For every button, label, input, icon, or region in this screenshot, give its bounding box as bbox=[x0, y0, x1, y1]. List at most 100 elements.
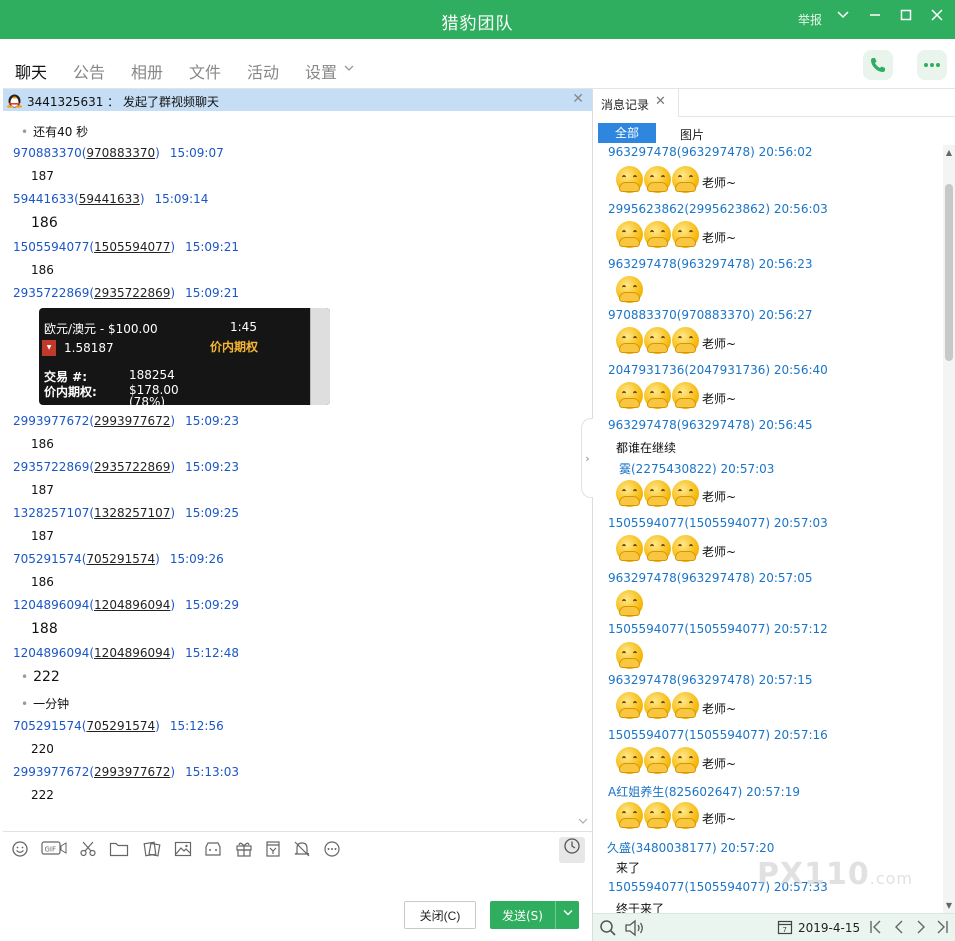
emoji-icon[interactable] bbox=[9, 840, 31, 860]
history-sender-line[interactable]: 2995623862(2995623862) 20:56:03 bbox=[608, 202, 828, 216]
maximize-icon[interactable] bbox=[896, 8, 916, 28]
next-page-icon[interactable] bbox=[915, 919, 927, 939]
history-sender-line[interactable]: 963297478(963297478) 20:57:05 bbox=[608, 571, 813, 585]
folder-icon[interactable] bbox=[108, 840, 130, 860]
calendar-icon[interactable]: 7 bbox=[777, 919, 793, 939]
tab-activity[interactable]: 活动 bbox=[247, 59, 279, 83]
image-icon[interactable] bbox=[172, 840, 194, 860]
voice-msg-icon[interactable] bbox=[262, 840, 284, 860]
history-sender-line[interactable]: 1505594077(1505594077) 20:57:03 bbox=[608, 516, 828, 530]
search-icon[interactable] bbox=[599, 919, 617, 941]
scroll-down-icon[interactable] bbox=[578, 815, 588, 829]
scroll-up-icon[interactable]: ▲ bbox=[943, 148, 955, 157]
sender-name[interactable]: 1505594077 bbox=[13, 240, 89, 254]
speaker-icon[interactable] bbox=[624, 919, 646, 941]
sender-name[interactable]: 705291574 bbox=[13, 719, 82, 733]
sender-name[interactable]: 59441633 bbox=[13, 192, 74, 206]
sender-id-link[interactable]: 970883370 bbox=[86, 146, 155, 160]
sender-name[interactable]: 1328257107 bbox=[13, 506, 89, 520]
history-sender-line[interactable]: 1505594077(1505594077) 20:57:16 bbox=[608, 728, 828, 742]
sender-name[interactable]: 2993977672 bbox=[13, 765, 89, 779]
tab-album[interactable]: 相册 bbox=[131, 59, 163, 83]
trade-screenshot-image[interactable]: 欧元/澳元 - $100.00 1:45 ▼ 1.58187 价内期权 交易 #… bbox=[39, 308, 330, 405]
history-sender-line[interactable]: 970883370(970883370) 20:56:27 bbox=[608, 308, 813, 322]
sender-id-link[interactable]: 705291574 bbox=[86, 552, 155, 566]
shop-icon[interactable] bbox=[202, 840, 224, 860]
message-history-button[interactable] bbox=[559, 837, 585, 863]
tab-announcement[interactable]: 公告 bbox=[73, 59, 105, 83]
sender-name[interactable]: 2935722869 bbox=[13, 460, 89, 474]
sender-id-link[interactable]: 1204896094 bbox=[94, 646, 170, 660]
phone-call-button[interactable] bbox=[863, 50, 893, 80]
minimize-icon[interactable] bbox=[865, 8, 885, 28]
sender-name[interactable]: 970883370 bbox=[13, 146, 82, 160]
history-sender-line[interactable]: 963297478(963297478) 20:56:45 bbox=[608, 418, 813, 432]
scroll-down-icon[interactable]: ▼ bbox=[943, 901, 955, 910]
more-icon[interactable] bbox=[321, 840, 343, 860]
scissors-icon[interactable] bbox=[77, 840, 99, 860]
video-call-notice[interactable]: 3441325631 ： 发起了群视频聊天 ✕ bbox=[3, 89, 592, 111]
sender-id-link[interactable]: 2993977672 bbox=[94, 765, 170, 779]
gift-icon[interactable] bbox=[233, 840, 255, 860]
scrollbar-thumb[interactable] bbox=[945, 184, 953, 361]
history-sender-line[interactable]: 963297478(963297478) 20:56:02 bbox=[608, 145, 813, 159]
fist-salute-emoji-icon bbox=[672, 480, 699, 507]
history-sender-line[interactable]: 2047931736(2047931736) 20:56:40 bbox=[608, 363, 828, 377]
send-label: 发送(S) bbox=[502, 909, 543, 923]
first-page-icon[interactable] bbox=[869, 919, 883, 939]
chat-message-area[interactable]: • 还有40 秒 970883370(970883370) 15:09:07 187 59… bbox=[3, 111, 592, 831]
sender-name[interactable]: 2935722869 bbox=[13, 286, 89, 300]
report-link[interactable]: 举报 bbox=[798, 11, 822, 28]
history-sender-line[interactable]: 963297478(963297478) 20:57:15 bbox=[608, 673, 813, 687]
sticker-icon[interactable] bbox=[141, 840, 163, 860]
history-sender-line[interactable]: 久盛(3480038177) 20:57:20 bbox=[607, 839, 774, 856]
send-button[interactable]: 发送(S) bbox=[490, 901, 579, 929]
chevron-down-icon[interactable] bbox=[833, 8, 853, 28]
sender-name[interactable]: 2993977672 bbox=[13, 414, 89, 428]
sender-name[interactable]: 1204896094 bbox=[13, 598, 89, 612]
fist-salute-emoji-icon bbox=[616, 166, 643, 193]
more-options-button[interactable] bbox=[917, 50, 947, 80]
close-button[interactable]: 关闭(C) bbox=[404, 901, 476, 929]
bell-icon[interactable] bbox=[291, 840, 313, 860]
history-emoji-message: 老师~ bbox=[616, 165, 736, 193]
filter-all-button[interactable]: 全部 bbox=[598, 123, 656, 143]
gif-icon[interactable]: GIF bbox=[40, 840, 68, 860]
sender-id-link[interactable]: 2993977672 bbox=[94, 414, 170, 428]
sender-id-link[interactable]: 2935722869 bbox=[94, 286, 170, 300]
close-icon[interactable]: ✕ bbox=[572, 91, 584, 107]
close-icon[interactable]: ✕ bbox=[655, 94, 666, 109]
sender-id-link[interactable]: 59441633 bbox=[79, 192, 140, 206]
tab-files[interactable]: 文件 bbox=[189, 59, 221, 83]
message-input[interactable]: 关闭(C) 发送(S) bbox=[3, 867, 592, 941]
message-sender-line: 1328257107(1328257107) 15:09:25 bbox=[13, 506, 239, 520]
tab-chat[interactable]: 聊天 bbox=[15, 59, 48, 96]
sender-id-link[interactable]: 2935722869 bbox=[94, 460, 170, 474]
history-sender-line[interactable]: A红姐养生(825602647) 20:57:19 bbox=[608, 783, 800, 800]
sender-id-link[interactable]: 1328257107 bbox=[94, 506, 170, 520]
history-date[interactable]: 2019-4-15 bbox=[798, 921, 860, 935]
chevron-down-icon[interactable] bbox=[343, 62, 355, 77]
sender-name[interactable]: 705291574 bbox=[13, 552, 82, 566]
send-options-icon[interactable] bbox=[555, 901, 579, 929]
history-sender-line[interactable]: 963297478(963297478) 20:56:23 bbox=[608, 257, 813, 271]
sender-id-link[interactable]: 705291574 bbox=[86, 719, 155, 733]
sender-name[interactable]: 1204896094 bbox=[13, 646, 89, 660]
last-page-icon[interactable] bbox=[935, 919, 949, 939]
group-tab-bar: 聊天 公告 相册 文件 活动 设置 bbox=[3, 39, 955, 96]
filter-images-button[interactable]: 图片 bbox=[680, 126, 704, 143]
history-message-list[interactable]: 963297478(963297478) 20:56:02 老师~ 29956238… bbox=[593, 145, 941, 913]
close-icon[interactable] bbox=[927, 8, 947, 28]
sender-id-link[interactable]: 1204896094 bbox=[94, 598, 170, 612]
history-tab[interactable]: 消息记录 ✕ bbox=[593, 89, 679, 117]
image-scrollbar[interactable] bbox=[310, 308, 330, 405]
tab-settings[interactable]: 设置 bbox=[305, 59, 337, 83]
history-scrollbar[interactable]: ▲ ▼ bbox=[943, 145, 955, 913]
collapse-panel-button[interactable]: › bbox=[581, 418, 593, 498]
sender-id-link[interactable]: 1505594077 bbox=[94, 240, 170, 254]
bullet-icon: • bbox=[21, 125, 29, 139]
history-sender-line[interactable]: 霙(2275430822) 20:57:03 bbox=[619, 460, 774, 477]
prev-page-icon[interactable] bbox=[893, 919, 905, 939]
fist-salute-emoji-icon bbox=[616, 327, 643, 354]
history-sender-line[interactable]: 1505594077(1505594077) 20:57:12 bbox=[608, 622, 828, 636]
